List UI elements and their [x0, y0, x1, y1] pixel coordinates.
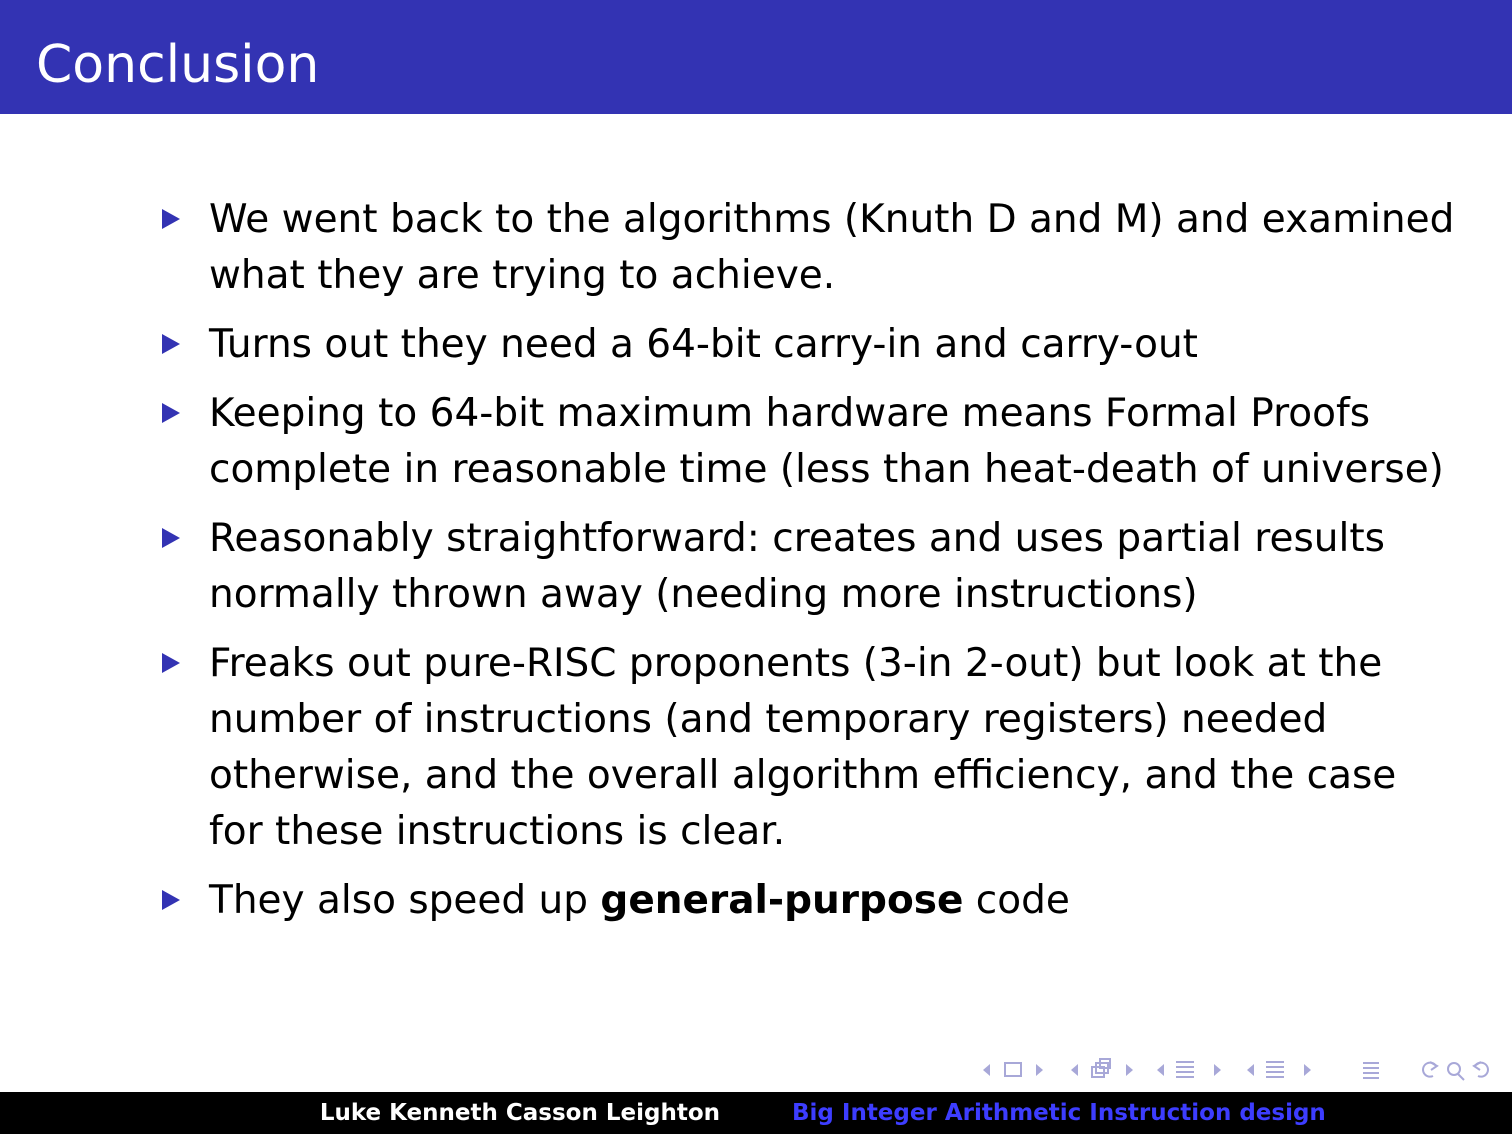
- next-frame-arrow-icon[interactable]: [1036, 1064, 1043, 1076]
- next-document-arrow-icon[interactable]: [1304, 1064, 1311, 1076]
- footer-talk-title: Big Integer Arithmetic Instruction desig…: [756, 1092, 1512, 1134]
- bullet-text-after: code: [963, 878, 1070, 923]
- prev-section-arrow-icon[interactable]: [1157, 1064, 1164, 1076]
- back-icon[interactable]: [1422, 1061, 1439, 1078]
- bullet-list: We went back to the algorithms (Knuth D …: [160, 192, 1460, 942]
- triangle-bullet-icon: [162, 890, 180, 910]
- subsection-icon[interactable]: [1091, 1058, 1111, 1078]
- triangle-bullet-icon: [162, 209, 180, 229]
- prev-subsection-arrow-icon[interactable]: [1071, 1064, 1078, 1076]
- prev-frame-arrow-icon[interactable]: [983, 1064, 990, 1076]
- beamer-navigation-bar: [978, 1056, 1498, 1084]
- bullet-text-bold: general-purpose: [600, 878, 964, 923]
- section-icon[interactable]: [1176, 1061, 1194, 1078]
- align-icon[interactable]: [1363, 1062, 1379, 1079]
- bullet-text: They also speed up general-purpose code: [209, 873, 1460, 929]
- bullet-item: They also speed up general-purpose code: [160, 873, 1460, 929]
- title-bar: Conclusion: [0, 0, 1512, 114]
- prev-document-arrow-icon[interactable]: [1247, 1064, 1254, 1076]
- bullet-text-before: They also speed up: [209, 878, 601, 923]
- bullet-text: Turns out they need a 64-bit carry-in an…: [209, 322, 1198, 367]
- bullet-item: We went back to the algorithms (Knuth D …: [160, 192, 1460, 304]
- triangle-bullet-icon: [162, 653, 180, 673]
- bullet-item: Reasonably straightforward: creates and …: [160, 511, 1460, 623]
- footer: Luke Kenneth Casson Leighton Big Integer…: [0, 1092, 1512, 1134]
- slide-title: Conclusion: [36, 35, 320, 95]
- document-icon[interactable]: [1266, 1061, 1284, 1078]
- bullet-text: Reasonably straightforward: creates and …: [209, 516, 1385, 617]
- next-section-arrow-icon[interactable]: [1214, 1064, 1221, 1076]
- bullet-item: Keeping to 64-bit maximum hardware means…: [160, 386, 1460, 498]
- bullet-text: Keeping to 64-bit maximum hardware means…: [209, 391, 1444, 492]
- bullet-item: Freaks out pure-RISC proponents (3-in 2-…: [160, 636, 1460, 860]
- forward-icon[interactable]: [1472, 1061, 1489, 1078]
- frame-icon[interactable]: [1004, 1062, 1022, 1077]
- footer-author: Luke Kenneth Casson Leighton: [0, 1092, 756, 1134]
- bullet-item: Turns out they need a 64-bit carry-in an…: [160, 317, 1460, 373]
- next-subsection-arrow-icon[interactable]: [1126, 1064, 1133, 1076]
- bullet-text: Freaks out pure-RISC proponents (3-in 2-…: [209, 641, 1397, 854]
- triangle-bullet-icon: [162, 528, 180, 548]
- slide: Conclusion We went back to the algorithm…: [0, 0, 1512, 1134]
- triangle-bullet-icon: [162, 403, 180, 423]
- bullet-text: We went back to the algorithms (Knuth D …: [209, 197, 1455, 298]
- search-icon[interactable]: [1447, 1062, 1465, 1081]
- triangle-bullet-icon: [162, 334, 180, 354]
